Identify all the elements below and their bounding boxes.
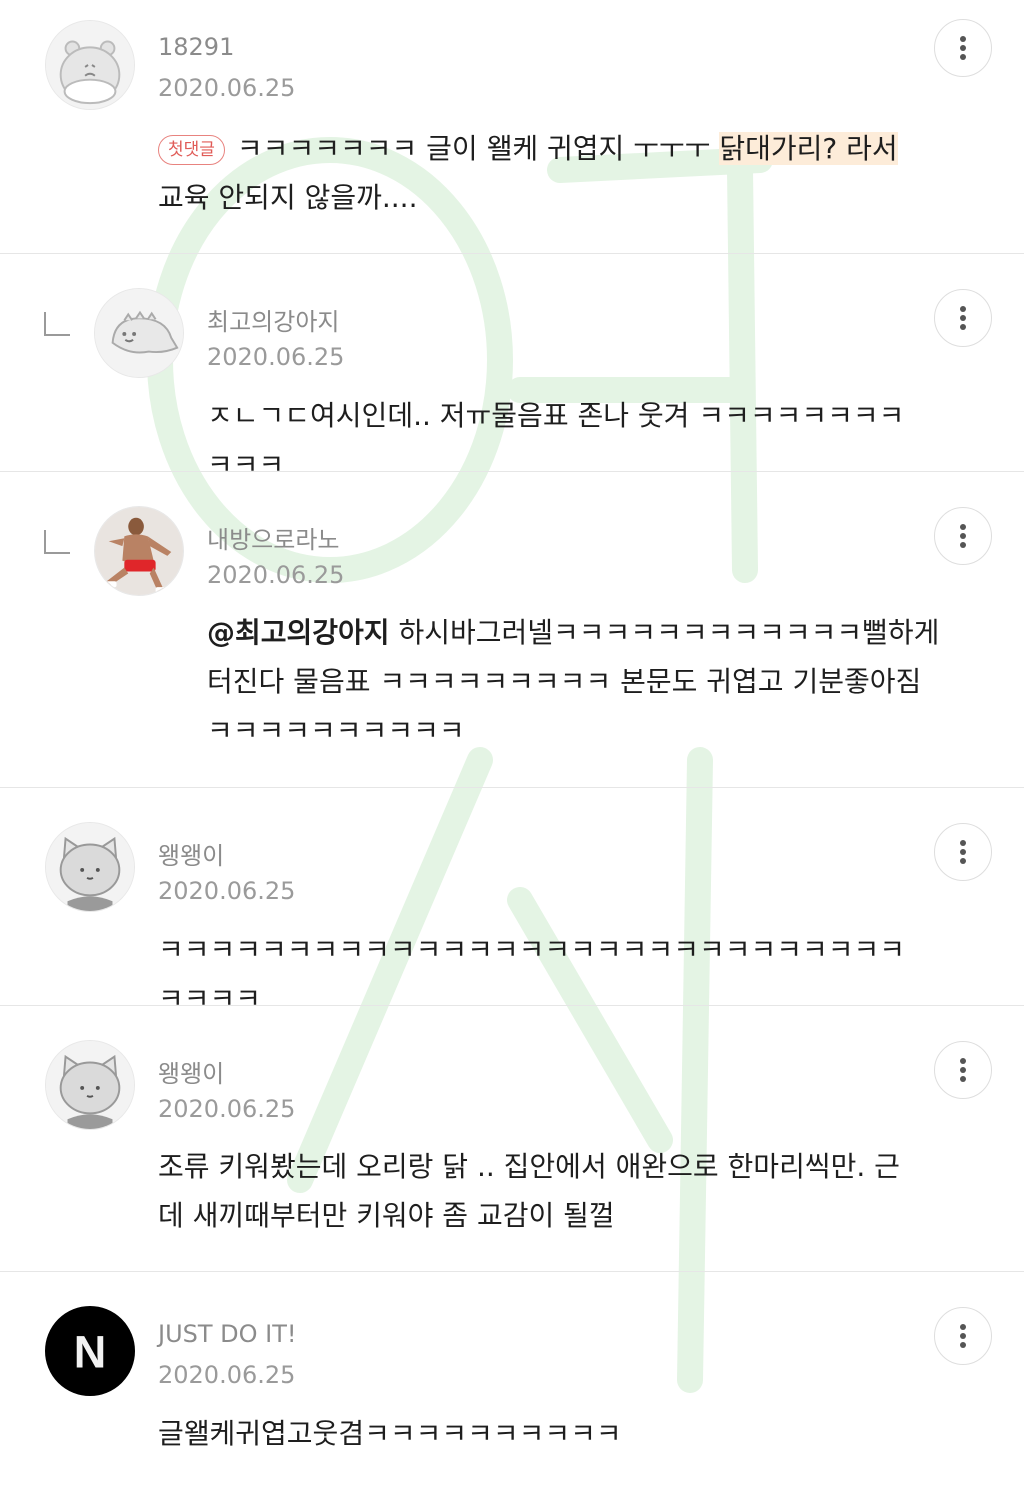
comment-date: 2020.06.25 [158, 877, 296, 905]
more-options-button[interactable] [934, 289, 992, 347]
comment-author[interactable]: 왱왱이 [158, 1054, 224, 1089]
comment-author[interactable]: 내방으로라노 [207, 520, 339, 555]
comment-item: N JUST DO IT! 2020.06.25 글왤케귀엽고웃겸ㅋㅋㅋㅋㅋㅋㅋ… [0, 1272, 1024, 1485]
more-options-button[interactable] [934, 507, 992, 565]
comment-item: 왱왱이 2020.06.25 ㅋㅋㅋㅋㅋㅋㅋㅋㅋㅋㅋㅋㅋㅋㅋㅋㅋㅋㅋㅋㅋㅋㅋㅋㅋ… [0, 788, 1024, 1015]
more-options-button[interactable] [934, 19, 992, 77]
reply-arrow-icon [44, 312, 70, 336]
more-vertical-icon [960, 1058, 966, 1082]
comment-date: 2020.06.25 [158, 1095, 296, 1123]
more-options-button[interactable] [934, 823, 992, 881]
cat-avatar-icon[interactable] [45, 822, 135, 912]
comment-text: @최고의강아지 하시바그러넬ㅋㅋㅋㅋㅋㅋㅋㅋㅋㅋㅋㅋ뻘하게터진다 물음표 ㅋㅋㅋ… [207, 616, 940, 747]
hippo-avatar-icon[interactable] [45, 20, 135, 110]
comment-text: 글왤케귀엽고웃겸ㅋㅋㅋㅋㅋㅋㅋㅋㅋㅋ [158, 1417, 622, 1450]
n-logo-avatar-icon[interactable]: N [45, 1306, 135, 1396]
comment-date: 2020.06.25 [158, 1361, 296, 1389]
more-vertical-icon [960, 36, 966, 60]
first-comment-badge: 첫댓글 [158, 135, 225, 165]
more-vertical-icon [960, 306, 966, 330]
reply-item: 내방으로라노 2020.06.25 @최고의강아지 하시바그러넬ㅋㅋㅋㅋㅋㅋㅋㅋ… [0, 472, 1024, 788]
more-vertical-icon [960, 524, 966, 548]
dinosaur-avatar-icon[interactable] [94, 288, 184, 378]
reply-item: 최고의강아지 2020.06.25 ㅈㄴㄱㄷ여시인데.. 저ㅠ물음표 존나 웃겨… [0, 254, 1024, 481]
photo-avatar-icon[interactable] [94, 506, 184, 596]
comment-date: 2020.06.25 [207, 343, 345, 371]
comment-author[interactable]: 최고의강아지 [207, 302, 339, 337]
highlighted-text: 닭대가리? 라서 [719, 132, 898, 165]
mention-link[interactable]: @최고의강아지 [207, 616, 390, 649]
comment-text: 조류 키워봤는데 오리랑 닭 .. 집안에서 애완으로 한마리씩만. 근데 새끼… [158, 1150, 900, 1232]
reply-arrow-icon [44, 530, 70, 554]
comment-date: 2020.06.25 [158, 74, 296, 102]
more-options-button[interactable] [934, 1307, 992, 1365]
comment-author[interactable]: JUST DO IT! [158, 1320, 297, 1348]
more-options-button[interactable] [934, 1041, 992, 1099]
more-vertical-icon [960, 840, 966, 864]
comment-date: 2020.06.25 [207, 561, 345, 589]
avatar-letter: N [74, 1327, 106, 1378]
more-vertical-icon [960, 1324, 966, 1348]
cat-avatar-icon[interactable] [45, 1040, 135, 1130]
comment-author[interactable]: 왱왱이 [158, 836, 224, 871]
comment-item: 왱왱이 2020.06.25 조류 키워봤는데 오리랑 닭 .. 집안에서 애완… [0, 1006, 1024, 1272]
comment-author[interactable]: 18291 [158, 33, 234, 61]
comment-text: 첫댓글 ㅋㅋㅋㅋㅋㅋㅋ 글이 왤케 귀엽지 ㅜㅜㅜ 닭대가리? 라서 교육 안되지… [158, 132, 898, 214]
comment-item: 18291 2020.06.25 첫댓글 ㅋㅋㅋㅋㅋㅋㅋ 글이 왤케 귀엽지 ㅜㅜ… [0, 0, 1024, 254]
